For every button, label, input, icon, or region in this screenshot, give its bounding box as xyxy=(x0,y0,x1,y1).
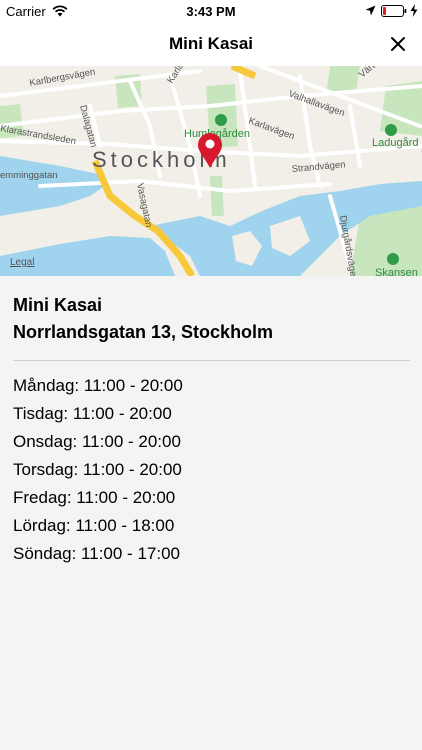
store-name: Mini Kasai xyxy=(13,295,103,315)
park-icon xyxy=(387,253,399,265)
opening-hours-item: Onsdag: 11:00 - 20:00 xyxy=(13,432,181,451)
park-icon xyxy=(215,114,227,126)
status-bar: Carrier 3:43 PM xyxy=(0,0,422,22)
store-details: Mini Kasai Norrlandsgatan 13, Stockholm … xyxy=(0,276,422,750)
divider xyxy=(13,360,410,361)
opening-hours-item: Torsdag: 11:00 - 20:00 xyxy=(13,460,182,479)
park-icon xyxy=(385,124,397,136)
clock-time: 3:43 PM xyxy=(186,4,236,19)
opening-hours-item: Lördag: 11:00 - 18:00 xyxy=(13,516,175,535)
store-map[interactable]: Karlbergsvägen Karlavägen Karlavägen Val… xyxy=(0,66,422,276)
map-canvas[interactable]: Karlbergsvägen Karlavägen Karlavägen Val… xyxy=(0,66,422,276)
opening-hours-item: Fredag: 11:00 - 20:00 xyxy=(13,488,176,507)
navigation-bar: Mini Kasai xyxy=(0,22,422,67)
map-poi-label: Skansen xyxy=(375,267,418,276)
map-poi-label: Ladugård xyxy=(372,137,419,149)
charging-bolt-icon xyxy=(410,4,418,17)
map-street-label: emminggatan xyxy=(0,170,58,181)
opening-hours-item: Måndag: 11:00 - 20:00 xyxy=(13,376,183,395)
map-legal-link[interactable]: Legal xyxy=(10,257,34,268)
battery-icon xyxy=(381,5,407,17)
page-title: Mini Kasai xyxy=(168,34,254,53)
opening-hours-item: Söndag: 11:00 - 17:00 xyxy=(13,544,180,563)
opening-hours-list: Måndag: 11:00 - 20:00 Tisdag: 11:00 - 20… xyxy=(13,375,183,571)
location-arrow-icon xyxy=(365,5,376,16)
store-address: Norrlandsgatan 13, Stockholm xyxy=(13,322,274,342)
opening-hours-item: Tisdag: 11:00 - 20:00 xyxy=(13,404,172,423)
close-icon[interactable] xyxy=(388,34,408,54)
